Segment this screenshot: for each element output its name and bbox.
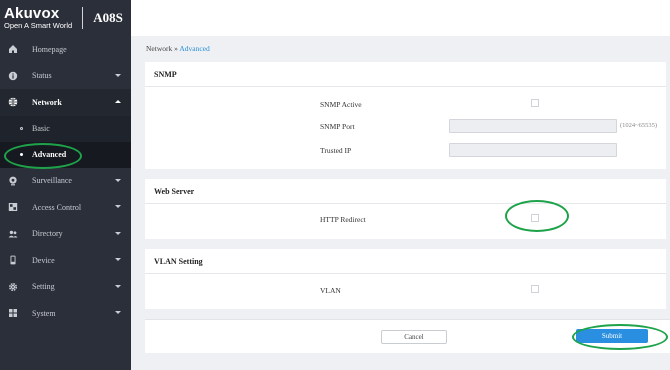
brand-tagline: Open A Smart World <box>4 21 73 31</box>
camera-icon <box>8 176 18 186</box>
sidebar-subitem-basic[interactable]: Basic <box>0 116 131 142</box>
web-server-title: Web Server <box>145 179 666 204</box>
sidebar-item-access-control[interactable]: Access Control <box>0 194 131 221</box>
bullet-icon <box>20 127 23 130</box>
snmp-title: SNMP <box>145 62 666 87</box>
main-content: Network » Advanced SNMP SNMP Active SNMP… <box>131 36 670 370</box>
chevron-up-icon <box>115 100 121 104</box>
trusted-ip-input[interactable] <box>449 143 617 157</box>
chevron-down-icon <box>115 205 121 209</box>
device-icon <box>8 255 18 265</box>
sidebar-item-setting[interactable]: Setting <box>0 274 131 301</box>
info-icon <box>8 71 18 81</box>
breadcrumb-current: Advanced <box>179 44 210 53</box>
sidebar-item-device[interactable]: Device <box>0 247 131 274</box>
chevron-down-icon <box>115 258 121 262</box>
sidebar-item-label: System <box>32 308 56 318</box>
sidebar: Akuvox Open A Smart World A08S Homepage … <box>0 0 131 370</box>
chevron-down-icon <box>115 284 121 288</box>
snmp-active-label: SNMP Active <box>320 100 362 109</box>
vlan-title: VLAN Setting <box>145 249 666 274</box>
sidebar-item-label: Homepage <box>32 44 67 54</box>
logo-divider <box>82 7 84 29</box>
sidebar-item-system[interactable]: System <box>0 300 131 327</box>
chevron-down-icon <box>115 311 121 315</box>
chevron-down-icon <box>115 231 121 235</box>
sidebar-item-network[interactable]: Network <box>0 89 131 116</box>
gear-icon <box>8 282 18 292</box>
snmp-port-input[interactable] <box>449 119 617 133</box>
cancel-button[interactable]: Cancel <box>381 330 447 344</box>
snmp-port-hint: (1024~65535) <box>620 122 658 129</box>
sidebar-subitem-label: Basic <box>32 124 50 133</box>
sidebar-item-homepage[interactable]: Homepage <box>0 36 131 63</box>
users-icon <box>8 229 18 239</box>
top-bar <box>131 0 670 36</box>
vlan-checkbox[interactable] <box>531 285 539 293</box>
sidebar-nav: Homepage Status Network Basic Advanced S… <box>0 36 131 327</box>
sidebar-item-label: Surveillance <box>32 176 72 186</box>
highlight-ring-http-redirect <box>505 200 569 232</box>
trusted-ip-label: Trusted IP <box>320 146 352 155</box>
web-server-panel: Web Server HTTP Redirect <box>145 179 666 239</box>
snmp-port-label: SNMP Port <box>320 122 355 131</box>
snmp-active-checkbox[interactable] <box>531 99 539 107</box>
sidebar-item-label: Device <box>32 255 55 265</box>
access-control-icon <box>8 202 18 212</box>
sidebar-item-surveillance[interactable]: Surveillance <box>0 168 131 195</box>
vlan-label: VLAN <box>320 286 341 295</box>
brand-logo: Akuvox Open A Smart World A08S <box>0 0 131 36</box>
form-actions: Cancel Submit <box>145 319 670 353</box>
breadcrumb: Network » Advanced <box>146 44 210 53</box>
sidebar-item-status[interactable]: Status <box>0 63 131 90</box>
device-model: A08S <box>93 10 123 25</box>
breadcrumb-separator: » <box>174 44 178 53</box>
breadcrumb-parent[interactable]: Network <box>146 44 172 53</box>
brand-name: Akuvox <box>4 5 60 23</box>
sidebar-item-label: Setting <box>32 282 55 292</box>
sidebar-item-directory[interactable]: Directory <box>0 221 131 248</box>
chevron-down-icon <box>115 178 121 182</box>
sidebar-item-label: Directory <box>32 229 63 239</box>
highlight-ring-advanced <box>4 143 82 169</box>
home-icon <box>8 44 18 54</box>
sidebar-item-label: Access Control <box>32 202 82 212</box>
sidebar-item-label: Network <box>32 97 62 107</box>
chevron-down-icon <box>115 73 121 77</box>
vlan-panel: VLAN Setting VLAN <box>145 249 666 309</box>
snmp-panel: SNMP SNMP Active SNMP Port (1024~65535) … <box>145 62 666 169</box>
http-redirect-label: HTTP Redirect <box>320 215 366 224</box>
highlight-ring-submit <box>572 324 668 350</box>
sidebar-item-label: Status <box>32 71 52 81</box>
system-icon <box>8 308 18 318</box>
network-icon <box>8 97 18 107</box>
